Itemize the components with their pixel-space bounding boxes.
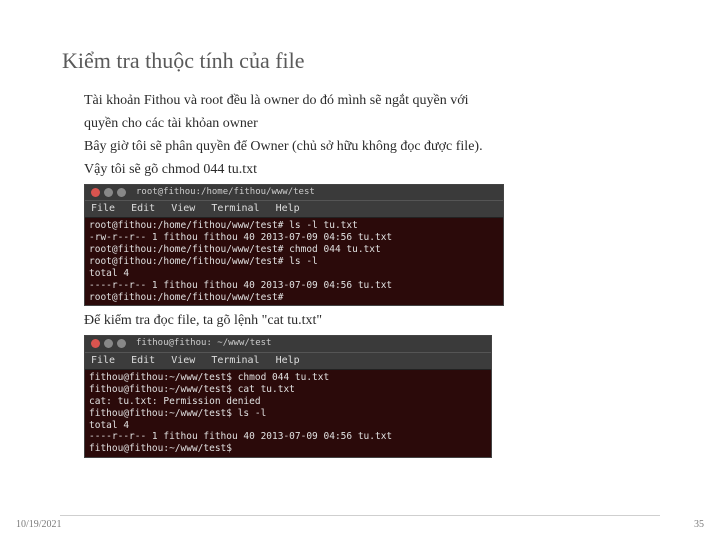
window-title: root@fithou:/home/fithou/www/test (136, 187, 315, 198)
close-icon (91, 188, 100, 197)
terminal-menubar: File Edit View Terminal Help (85, 200, 503, 219)
terminal-screenshot-1: root@fithou:/home/fithou/www/test File E… (84, 184, 504, 307)
minimize-icon (104, 188, 113, 197)
close-icon (91, 339, 100, 348)
window-controls: fithou@fithou: ~/www/test (85, 336, 491, 351)
menu-terminal: Terminal (211, 203, 259, 214)
terminal-output: fithou@fithou:~/www/test$ chmod 044 tu.t… (85, 370, 491, 457)
menu-file: File (91, 355, 115, 366)
menu-terminal: Terminal (211, 355, 259, 366)
menu-edit: Edit (131, 355, 155, 366)
paragraph-2: Để kiểm tra đọc file, ta gõ lệnh "cat tu… (84, 312, 654, 331)
paragraph-1-line-2: quyền cho các tài khỏan owner (84, 115, 654, 134)
slide-title: Kiểm tra thuộc tính của file (62, 48, 720, 74)
terminal-menubar: File Edit View Terminal Help (85, 352, 491, 371)
menu-edit: Edit (131, 203, 155, 214)
paragraph-1-line-4: Vậy tôi sẽ gõ chmod 044 tu.txt (84, 161, 654, 180)
slide: Kiểm tra thuộc tính của file Tài khoản F… (0, 0, 720, 540)
menu-help: Help (276, 203, 300, 214)
menu-view: View (171, 203, 195, 214)
footer-page-number: 35 (694, 519, 704, 530)
menu-view: View (171, 355, 195, 366)
paragraph-1-line-3: Bây giờ tôi sẽ phân quyền để Owner (chủ … (84, 138, 654, 157)
footer-date: 10/19/2021 (16, 519, 62, 530)
maximize-icon (117, 339, 126, 348)
window-controls: root@fithou:/home/fithou/www/test (85, 185, 503, 200)
maximize-icon (117, 188, 126, 197)
terminal-screenshot-2: fithou@fithou: ~/www/test File Edit View… (84, 335, 492, 458)
terminal-output: root@fithou:/home/fithou/www/test# ls -l… (85, 218, 503, 305)
menu-help: Help (276, 355, 300, 366)
menu-file: File (91, 203, 115, 214)
window-title: fithou@fithou: ~/www/test (136, 338, 271, 349)
footer-divider (0, 515, 720, 516)
minimize-icon (104, 339, 113, 348)
paragraph-1-line-1: Tài khoản Fithou và root đều là owner do… (84, 92, 654, 111)
